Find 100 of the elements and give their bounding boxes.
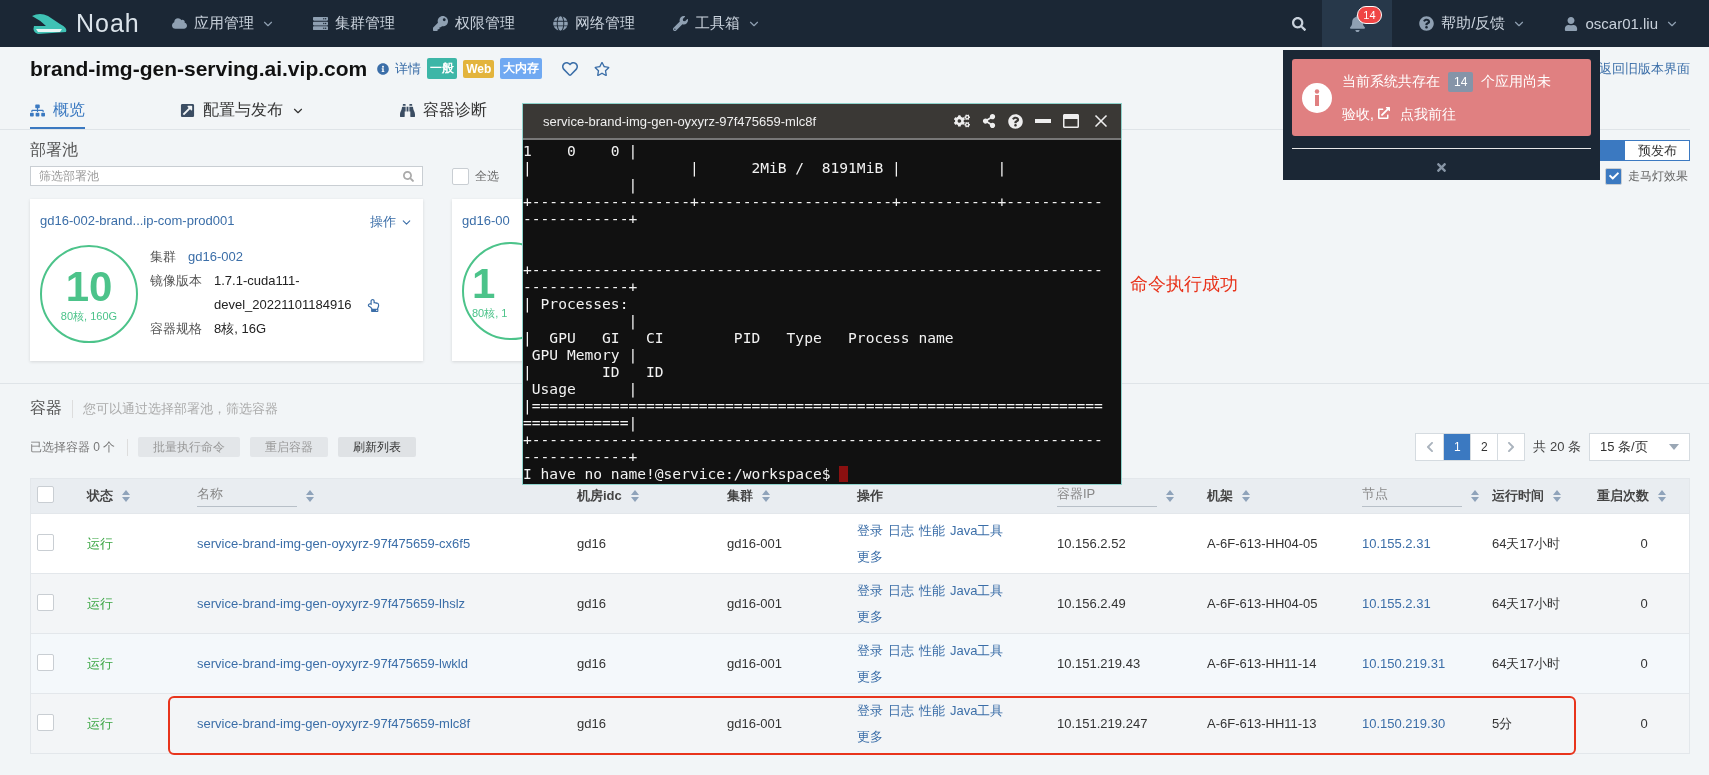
share-icon[interactable] [982, 114, 996, 128]
instance-count: 10 [65, 264, 113, 309]
sort-icon[interactable] [1657, 489, 1667, 503]
operation-link[interactable]: Java工具 [950, 697, 1004, 724]
action-button[interactable]: 刷新列表 [338, 437, 417, 457]
operation-link[interactable]: 登录 [857, 577, 883, 604]
tab[interactable]: 配置与发布 [180, 100, 305, 129]
nav-menu-item[interactable]: 应用管理 [172, 14, 275, 33]
maximize-icon[interactable] [1063, 113, 1079, 129]
nav-menu-item[interactable]: 网络管理 [553, 14, 635, 33]
page-button[interactable]: 1 [1443, 434, 1471, 460]
table-cell-text: gd16 [576, 656, 607, 671]
pool-title-link[interactable]: gd16-002-brand...ip-com-prod001 [40, 213, 235, 231]
table-cell-text: gd16-001 [726, 596, 783, 611]
sort-icon[interactable] [629, 489, 640, 503]
operation-link[interactable]: 性能 [919, 577, 945, 604]
details-link[interactable]: 详情 [395, 59, 422, 78]
section-heading: 部署池 [30, 140, 78, 160]
operation-link[interactable]: 更多 [857, 723, 883, 750]
table-cell-text: A-6F-613-HH11-14 [1206, 656, 1318, 671]
heart-icon[interactable] [562, 60, 579, 77]
table-cell-text: gd16 [576, 536, 607, 551]
operation-link[interactable]: 更多 [857, 603, 883, 630]
table-cell-text: gd16-001 [726, 716, 783, 731]
node-link[interactable]: 10.150.219.31 [1362, 656, 1446, 671]
container-name-link[interactable]: service-brand-img-gen-oyxyrz-97f475659-cx6f5 [197, 536, 471, 551]
actions-dropdown[interactable]: 操作 [370, 213, 396, 231]
page-size-select[interactable]: 15 条/页 [1589, 433, 1690, 461]
checkbox-label: 走马灯效果 [1628, 167, 1688, 185]
alert-link[interactable]: 点我前往 [1399, 106, 1456, 122]
help-menu[interactable]: 帮助/反馈 [1419, 14, 1527, 33]
segment-button[interactable]: 预发布 [1624, 140, 1690, 161]
user-icon [1564, 16, 1579, 31]
sort-icon[interactable] [1470, 489, 1480, 503]
checkbox[interactable] [37, 533, 54, 551]
sort-icon[interactable] [1552, 489, 1562, 503]
checkbox[interactable] [37, 713, 54, 731]
column-filter-field[interactable]: 名称 [197, 485, 297, 507]
sort-icon[interactable] [1165, 489, 1175, 503]
nav-menu-item[interactable]: 集群管理 [313, 14, 395, 33]
container-name-link[interactable]: service-brand-img-gen-oyxyrz-97f475659-mlc8f [197, 716, 471, 731]
logo-text[interactable]: Noah [76, 9, 140, 38]
checkbox[interactable] [37, 485, 54, 503]
table-cell-text: 64天17小时 [1491, 594, 1561, 613]
operation-link[interactable]: 登录 [857, 517, 883, 544]
settings-icon[interactable] [954, 113, 970, 129]
cluster-link[interactable]: gd16-002 [188, 245, 243, 269]
container-name-link[interactable]: service-brand-img-gen-oyxyrz-97f475659-lhslz [197, 596, 466, 611]
column-header: 机架 [1207, 487, 1233, 505]
instance-count: 1 [472, 261, 496, 306]
sort-icon[interactable] [305, 489, 315, 503]
node-link[interactable]: 10.155.2.31 [1362, 596, 1431, 611]
column-filter-field[interactable]: 节点 [1362, 485, 1462, 507]
checkbox[interactable] [37, 653, 54, 671]
operation-link[interactable]: 性能 [919, 697, 945, 724]
search-icon[interactable] [1292, 16, 1307, 31]
pool-title-link[interactable]: gd16-00 [462, 213, 510, 228]
field-value: 8核, 16G [214, 320, 267, 338]
operation-link[interactable]: 日志 [888, 517, 914, 544]
nav-menu-item[interactable]: 权限管理 [433, 14, 515, 33]
sort-icon[interactable] [1241, 489, 1251, 503]
checkbox[interactable] [452, 167, 469, 185]
legacy-version-link[interactable]: 返回旧版本界面 [1599, 59, 1690, 78]
checkbox[interactable] [37, 593, 54, 611]
star-icon[interactable] [594, 60, 611, 77]
user-menu[interactable]: oscar01.liu [1564, 15, 1679, 32]
table-cell-text: 10.156.2.49 [1056, 596, 1127, 611]
sort-icon[interactable] [121, 489, 131, 503]
operation-link[interactable]: Java工具 [950, 637, 1004, 664]
globe-icon [553, 16, 568, 31]
close-icon[interactable] [1435, 161, 1448, 174]
operation-link[interactable]: Java工具 [950, 517, 1004, 544]
help-icon[interactable] [1008, 113, 1023, 129]
tag: 大内存 [500, 58, 543, 79]
node-link[interactable]: 10.155.2.31 [1362, 536, 1431, 551]
table-cell-text: gd16 [576, 716, 607, 731]
operation-link[interactable]: 日志 [888, 637, 914, 664]
operation-link[interactable]: 登录 [857, 637, 883, 664]
table-cell-text: gd16-001 [726, 656, 783, 671]
operation-link[interactable]: 登录 [857, 697, 883, 724]
tab[interactable]: 容器诊断 [400, 100, 487, 129]
tab[interactable]: 概览 [30, 100, 85, 129]
pointing-hand-icon[interactable] [367, 299, 380, 312]
container-name-link[interactable]: service-brand-img-gen-oyxyrz-97f475659-lwkld [197, 656, 468, 671]
table-cell-text: gd16-001 [726, 536, 783, 551]
checkbox[interactable] [1605, 167, 1622, 185]
operation-link[interactable]: 更多 [857, 543, 883, 570]
operation-link[interactable]: 更多 [857, 663, 883, 690]
notification-button[interactable]: 14 [1322, 0, 1393, 47]
operation-link[interactable]: Java工具 [950, 577, 1004, 604]
node-link[interactable]: 10.150.219.30 [1362, 716, 1446, 731]
pool-filter-field[interactable]: 筛选部署池 [30, 166, 423, 186]
sort-icon[interactable] [761, 489, 771, 503]
nav-menu-item[interactable]: 工具箱 [673, 14, 761, 33]
info-icon [377, 62, 390, 75]
operation-link[interactable]: 日志 [888, 697, 914, 724]
operation-link[interactable]: 日志 [888, 577, 914, 604]
operation-link[interactable]: 性能 [919, 637, 945, 664]
operation-link[interactable]: 性能 [919, 517, 945, 544]
column-header: 机房idc [577, 487, 622, 505]
